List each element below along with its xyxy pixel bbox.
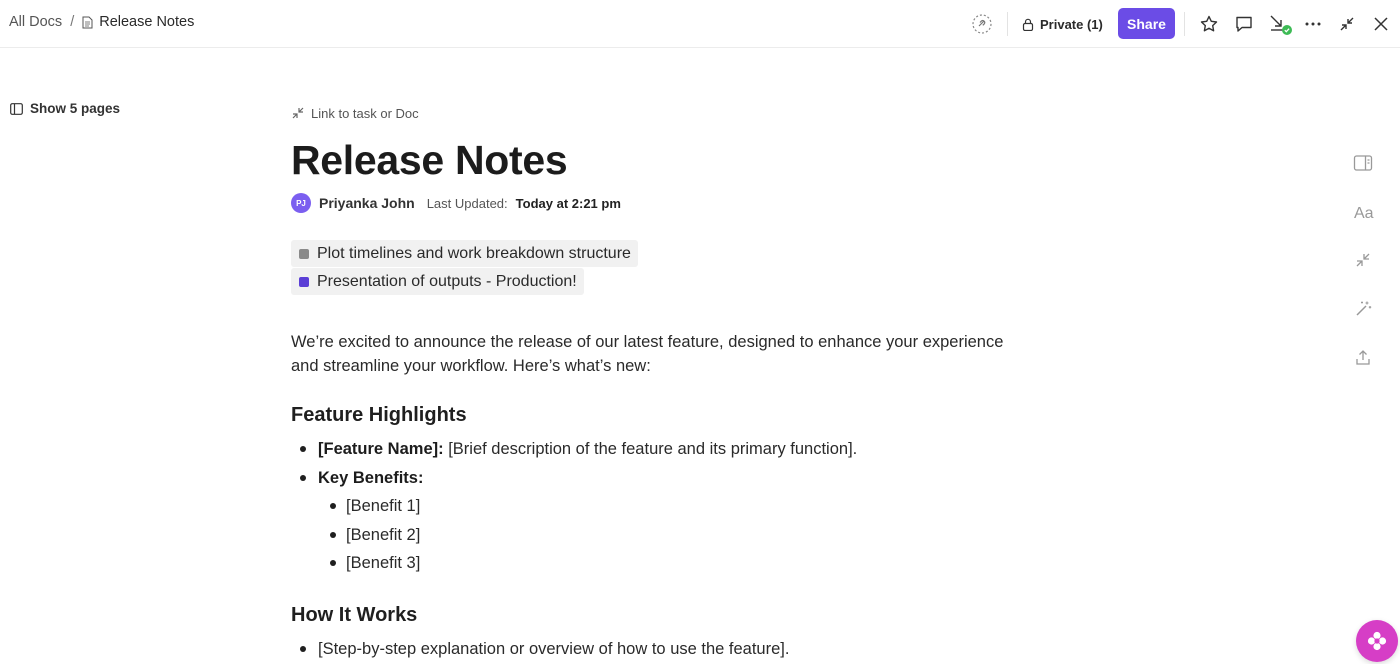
share-button[interactable]: Share <box>1118 8 1175 39</box>
sidebar-panel-icon <box>10 102 23 115</box>
show-pages-label: Show 5 pages <box>30 101 121 116</box>
page-title[interactable]: Release Notes <box>291 136 1051 184</box>
comment-icon[interactable] <box>1231 11 1257 37</box>
ai-assistant-button[interactable] <box>1356 620 1398 662</box>
intro-paragraph[interactable]: We’re excited to announce the release of… <box>291 330 1031 378</box>
privacy-label: Private (1) <box>1040 16 1103 32</box>
flower-icon <box>1367 631 1387 651</box>
list-item[interactable]: [Step-by-step explanation or overview of… <box>291 635 1051 664</box>
avatar[interactable]: PJ <box>291 193 311 213</box>
breadcrumb: All Docs / Release Notes <box>9 14 194 30</box>
close-icon[interactable] <box>1368 11 1394 37</box>
benefits-list: [Benefit 1] [Benefit 2] [Benefit 3] <box>319 492 1051 578</box>
breadcrumb-current[interactable]: Release Notes <box>99 14 194 30</box>
linked-task-label: Presentation of outputs - Production! <box>317 272 577 290</box>
svg-text:Aa: Aa <box>1354 205 1374 221</box>
document-meta: PJ Priyanka John Last Updated: Today at … <box>291 191 1051 215</box>
section-heading-how-it-works[interactable]: How It Works <box>291 603 1051 627</box>
linked-task-label: Plot timelines and work breakdown struct… <box>317 244 631 262</box>
last-updated-value: Today at 2:21 pm <box>515 195 621 211</box>
list-item[interactable]: [Benefit 3] <box>319 549 1051 578</box>
top-bar: All Docs / Release Notes Private (1) Sha… <box>0 0 1400 48</box>
task-status-square <box>299 248 309 259</box>
link-icon <box>292 107 304 119</box>
lock-icon <box>1022 18 1034 31</box>
key-benefits-label: Key Benefits: <box>318 468 424 487</box>
list-item[interactable]: [Benefit 1] <box>319 492 1051 521</box>
link-to-task-label: Link to task or Doc <box>311 105 419 121</box>
link-icon[interactable] <box>1352 249 1374 271</box>
list-item[interactable]: Key Benefits: [Benefit 1] [Benefit 2] [B… <box>291 464 1051 578</box>
font-size-icon[interactable]: Aa <box>1352 201 1376 223</box>
star-icon[interactable] <box>1196 11 1222 37</box>
show-pages-toggle[interactable]: Show 5 pages <box>10 101 120 116</box>
linked-task-1[interactable]: Plot timelines and work breakdown struct… <box>291 240 638 267</box>
list-item[interactable]: [Benefit 2] <box>319 521 1051 550</box>
author-name: Priyanka John <box>319 195 415 211</box>
export-icon[interactable] <box>1352 347 1374 369</box>
task-status-square <box>299 276 309 287</box>
feature-name-label: [Feature Name]: <box>318 440 444 458</box>
collapse-icon[interactable] <box>1334 11 1360 37</box>
list-item[interactable]: [Feature Name]: [Brief description of th… <box>291 435 1051 464</box>
link-to-task-button[interactable]: Link to task or Doc <box>291 100 1051 126</box>
feature-name-description: [Brief description of the feature and it… <box>443 440 858 458</box>
tag-icon[interactable] <box>969 11 995 37</box>
toolbar-divider <box>1184 12 1185 36</box>
toolbar-divider <box>1007 12 1008 36</box>
download-icon[interactable] <box>1266 11 1292 37</box>
document-icon <box>82 16 93 29</box>
more-icon[interactable] <box>1300 11 1326 37</box>
breadcrumb-all-docs[interactable]: All Docs <box>9 14 62 30</box>
panel-icon[interactable] <box>1352 152 1374 174</box>
section-heading-highlights[interactable]: Feature Highlights <box>291 403 1051 427</box>
privacy-button[interactable]: Private (1) <box>1022 12 1103 36</box>
last-updated-label: Last Updated: <box>426 195 508 211</box>
breadcrumb-separator: / <box>70 14 75 30</box>
linked-task-2[interactable]: Presentation of outputs - Production! <box>291 268 584 295</box>
highlights-list: [Feature Name]: [Brief description of th… <box>291 435 1051 578</box>
linked-items: Plot timelines and work breakdown struct… <box>291 240 1051 296</box>
document: Link to task or Doc Release Notes PJ Pri… <box>291 100 1051 663</box>
how-it-works-list: [Step-by-step explanation or overview of… <box>291 635 1051 664</box>
magic-wand-icon[interactable] <box>1352 298 1374 320</box>
